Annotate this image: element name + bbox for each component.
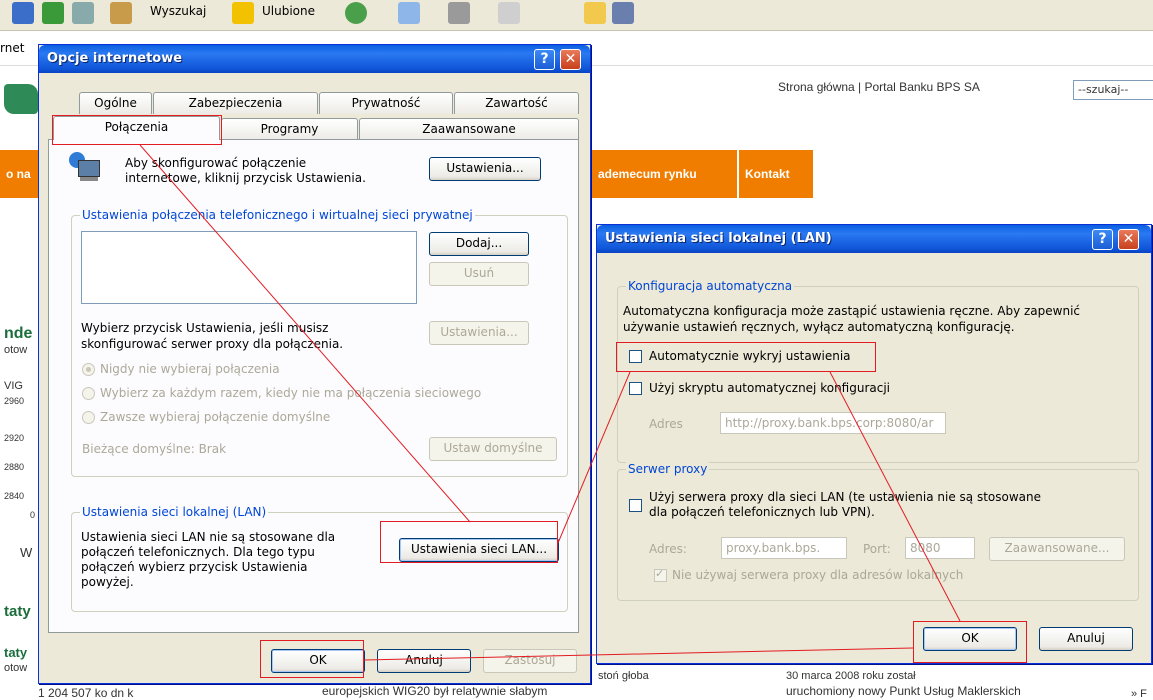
arrow-auto-detect-to-ok <box>829 371 961 622</box>
tab-polaczenia[interactable]: Połączenia <box>53 116 220 140</box>
annotation-arrows <box>139 144 961 661</box>
arrow-tab-to-lan-button <box>139 144 471 523</box>
arrow-lan-ok-to-ok <box>363 647 914 661</box>
arrow-lan-button-to-auto-detect <box>557 371 631 544</box>
